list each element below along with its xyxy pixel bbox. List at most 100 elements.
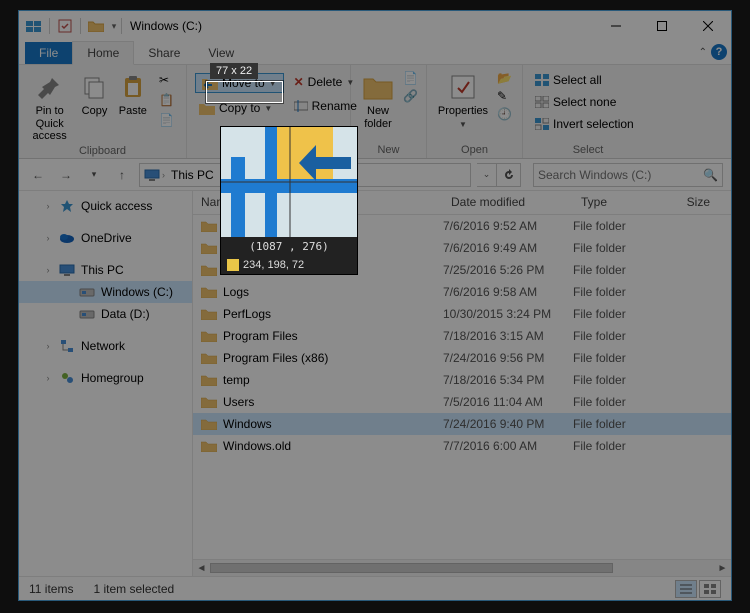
- file-name: Program Files (x86): [223, 351, 328, 365]
- copy-path-button[interactable]: 📋: [155, 91, 178, 109]
- copy-button[interactable]: Copy: [78, 69, 110, 143]
- invert-selection-button[interactable]: Invert selection: [531, 115, 638, 133]
- help-icon[interactable]: ?: [711, 44, 727, 60]
- sidebar-item-label: OneDrive: [81, 231, 132, 245]
- file-date: 7/5/2016 11:04 AM: [443, 395, 573, 409]
- select-all-button[interactable]: Select all: [531, 71, 638, 89]
- open-icon[interactable]: 📂: [497, 71, 512, 85]
- search-icon[interactable]: 🔍: [703, 168, 718, 182]
- tab-share[interactable]: Share: [134, 42, 194, 64]
- paste-icon: [117, 71, 149, 103]
- table-row[interactable]: Intel7/6/2016 9:52 AMFile folder: [193, 215, 731, 237]
- body: ›Quick access ›OneDrive ›This PC Windows (C…: [19, 191, 731, 576]
- file-name: temp: [223, 373, 250, 387]
- file-type: File folder: [573, 329, 663, 343]
- paste-shortcut-icon: 📄: [159, 113, 174, 127]
- sidebar-item[interactable]: ›Homegroup: [19, 367, 192, 389]
- sidebar-item[interactable]: ›Network: [19, 335, 192, 357]
- breadcrumb[interactable]: › This PC › Windows (C:) ›: [139, 163, 471, 187]
- paste-button[interactable]: Paste: [117, 69, 149, 143]
- table-row[interactable]: Windows.old7/7/2016 6:00 AMFile folder: [193, 435, 731, 457]
- folder-icon: [201, 264, 217, 276]
- up-button[interactable]: ↑: [111, 164, 133, 186]
- forward-button[interactable]: →: [55, 164, 77, 186]
- file-date: 7/6/2016 9:49 AM: [443, 241, 573, 255]
- app-icon: [25, 18, 43, 34]
- tab-view[interactable]: View: [194, 42, 248, 64]
- easy-access-icon[interactable]: 🔗: [403, 89, 418, 103]
- titlebar: ▾ Windows (C:): [19, 11, 731, 41]
- new-folder-icon[interactable]: [87, 18, 105, 34]
- table-row[interactable]: temp7/18/2016 5:34 PMFile folder: [193, 369, 731, 391]
- file-list[interactable]: Intel7/6/2016 9:52 AMFile folder LENOVO 7/…: [193, 215, 731, 559]
- table-row[interactable]: Users7/5/2016 11:04 AMFile folder: [193, 391, 731, 413]
- file-name: LL: [223, 263, 236, 277]
- table-row[interactable]: Windows7/24/2016 9:40 PMFile folder: [193, 413, 731, 435]
- column-date[interactable]: Date modified: [443, 191, 573, 214]
- table-row[interactable]: LENOVO7/6/2016 9:49 AMFile folder: [193, 237, 731, 259]
- breadcrumb-drive[interactable]: Windows (C:): [225, 168, 305, 182]
- tab-file[interactable]: File: [25, 42, 72, 64]
- details-view-button[interactable]: [675, 580, 697, 598]
- sidebar-item[interactable]: ›Quick access: [19, 195, 192, 217]
- minimize-button[interactable]: [593, 11, 639, 41]
- column-name[interactable]: Name: [193, 191, 443, 214]
- column-headers: Name Date modified Type Size: [193, 191, 731, 215]
- maximize-button[interactable]: [639, 11, 685, 41]
- ribbon: Pin to Quick access Copy Paste ✂ 📋 📄 Cli…: [19, 65, 731, 159]
- sidebar-item-label: Windows (C:): [101, 285, 173, 299]
- edit-icon[interactable]: ✎: [497, 89, 512, 103]
- ribbon-collapse-icon[interactable]: ⌃: [699, 47, 707, 58]
- file-date: 7/25/2016 5:26 PM: [443, 263, 573, 277]
- folder-icon: [201, 440, 217, 452]
- properties-button[interactable]: Properties ▼: [435, 69, 491, 142]
- column-size[interactable]: Size: [663, 191, 731, 214]
- refresh-button[interactable]: [497, 163, 521, 187]
- navigation-pane[interactable]: ›Quick access ›OneDrive ›This PC Windows (C…: [19, 191, 193, 576]
- qat-customize-icon[interactable]: ▾: [109, 18, 119, 34]
- column-type[interactable]: Type: [573, 191, 663, 214]
- table-row[interactable]: Logs7/6/2016 9:58 AMFile folder: [193, 281, 731, 303]
- close-button[interactable]: [685, 11, 731, 41]
- new-folder-icon: [362, 71, 394, 103]
- search-box[interactable]: 🔍: [533, 163, 723, 187]
- recent-locations-button[interactable]: ▾: [83, 164, 105, 186]
- table-row[interactable]: PerfLogs10/30/2015 3:24 PMFile folder: [193, 303, 731, 325]
- sidebar-item[interactable]: Windows (C:): [19, 281, 192, 303]
- sidebar-item[interactable]: ›OneDrive: [19, 227, 192, 249]
- search-input[interactable]: [538, 168, 703, 182]
- file-date: 7/6/2016 9:58 AM: [443, 285, 573, 299]
- table-row[interactable]: Program Files7/18/2016 3:15 AMFile folde…: [193, 325, 731, 347]
- move-to-button[interactable]: Move to▼: [195, 73, 284, 93]
- thumbnails-view-button[interactable]: [699, 580, 721, 598]
- back-button[interactable]: ←: [27, 164, 49, 186]
- sidebar-item[interactable]: ›This PC: [19, 259, 192, 281]
- new-item-icon[interactable]: 📄: [403, 71, 418, 85]
- sidebar-item[interactable]: Data (D:): [19, 303, 192, 325]
- move-to-icon: [202, 76, 218, 90]
- table-row[interactable]: Program Files (x86)7/24/2016 9:56 PMFile…: [193, 347, 731, 369]
- select-none-button[interactable]: Select none: [531, 93, 638, 111]
- file-type: File folder: [573, 307, 663, 321]
- file-type: File folder: [573, 263, 663, 277]
- paste-shortcut-button[interactable]: 📄: [155, 111, 178, 129]
- copy-to-icon: [199, 101, 215, 115]
- onedrive-icon: [59, 230, 75, 246]
- sidebar-item-label: Data (D:): [101, 307, 150, 321]
- cut-button[interactable]: ✂: [155, 71, 178, 89]
- tab-home[interactable]: Home: [72, 41, 134, 65]
- pin-to-quick-access-button[interactable]: Pin to Quick access: [27, 69, 72, 143]
- address-history-button[interactable]: ⌄: [477, 163, 497, 187]
- file-date: 10/30/2015 3:24 PM: [443, 307, 573, 321]
- file-type: File folder: [573, 395, 663, 409]
- invert-selection-icon: [535, 118, 549, 130]
- breadcrumb-this-pc[interactable]: This PC: [167, 168, 218, 182]
- new-folder-button[interactable]: New folder: [359, 69, 397, 142]
- pc-icon: [144, 168, 160, 182]
- table-row[interactable]: LL 7/25/2016 5:26 PMFile folder: [193, 259, 731, 281]
- properties-icon[interactable]: [56, 18, 74, 34]
- horizontal-scrollbar[interactable]: ◄ ►: [193, 559, 731, 576]
- copy-to-button[interactable]: Copy to▼: [195, 99, 284, 117]
- history-icon[interactable]: 🕘: [497, 107, 512, 121]
- file-name: LENOVO: [223, 241, 273, 255]
